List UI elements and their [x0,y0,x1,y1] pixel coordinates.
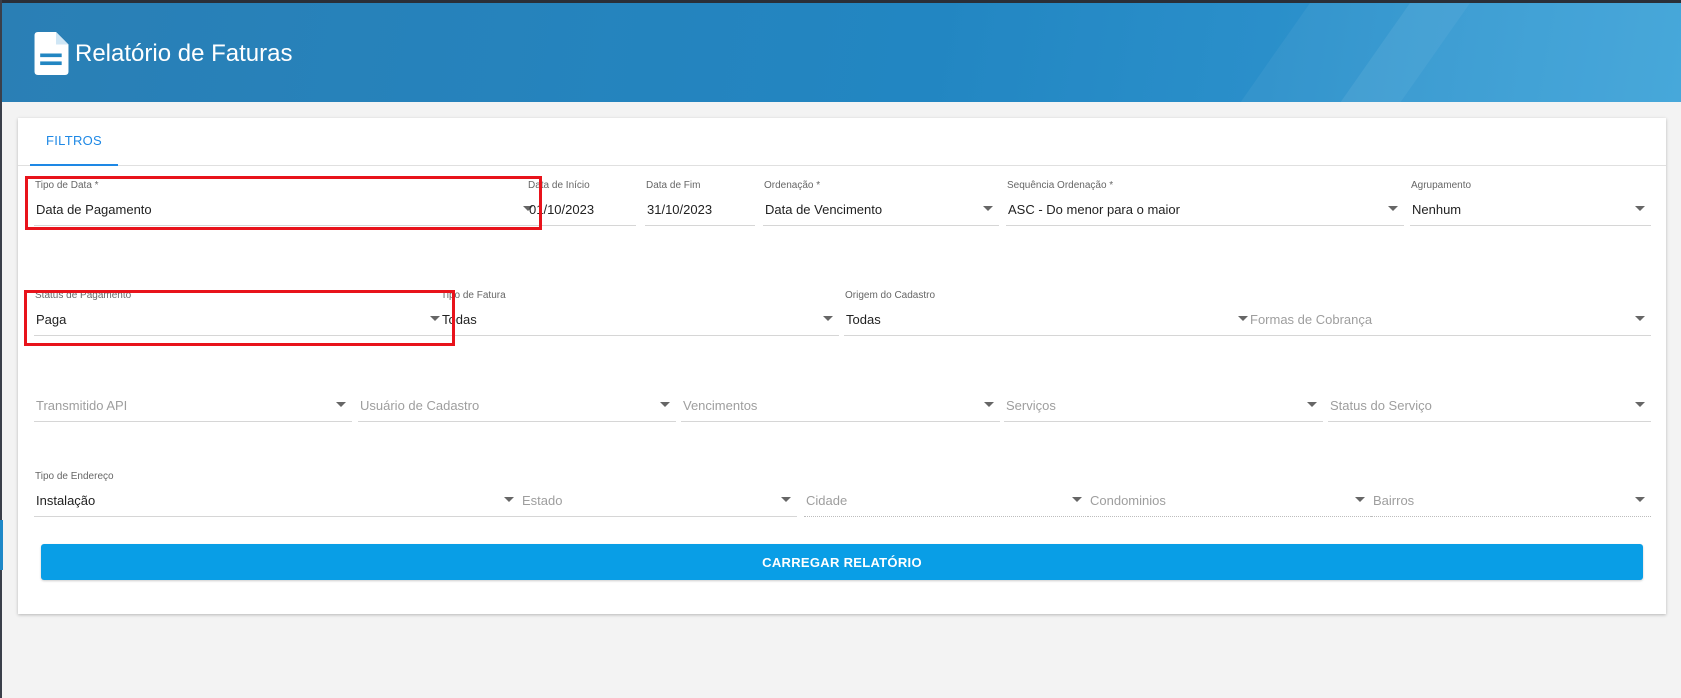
field-value: Data de Vencimento [765,202,883,217]
title-row: Relatório de Faturas [34,32,292,75]
chevron-down-icon [983,206,993,211]
chevron-down-icon [1635,316,1645,321]
bairros-select[interactable]: Bairros [1371,471,1651,517]
document-icon [34,32,69,75]
chevron-down-icon [1238,316,1248,321]
field-placeholder: Usuário de Cadastro [360,398,480,413]
field-placeholder: Bairros [1373,493,1415,508]
formas-cobranca-select[interactable]: Formas de Cobrança [1248,290,1651,336]
agrupamento-select[interactable]: Agrupamento Nenhum [1410,180,1651,226]
field-label: Origem do Cadastro [845,290,936,301]
field-label: Agrupamento [1411,180,1472,191]
chevron-down-icon [781,497,791,502]
sequencia-select[interactable]: Sequência Ordenação * ASC - Do menor par… [1006,180,1404,226]
origem-cadastro-select[interactable]: Origem do Cadastro Todas [844,290,1254,336]
field-label: Sequência Ordenação * [1007,180,1114,191]
field-value: 31/10/2023 [647,202,713,217]
chevron-down-icon [1355,497,1365,502]
status-servico-select[interactable]: Status do Serviço [1328,376,1651,422]
usuario-cadastro-select[interactable]: Usuário de Cadastro [358,376,676,422]
data-inicio-field[interactable]: Data de Início 01/10/2023 [527,180,636,226]
field-placeholder: Serviços [1006,398,1056,413]
servicos-select[interactable]: Serviços [1004,376,1323,422]
ordenacao-select[interactable]: Ordenação * Data de Vencimento [763,180,999,226]
tipo-fatura-select[interactable]: Tipo de Fatura Todas [440,290,839,336]
field-placeholder: Transmitido API [36,398,128,413]
chevron-down-icon [984,402,994,407]
field-label: Ordenação * [764,180,821,191]
carregar-relatorio-button[interactable]: CARREGAR RELATÓRIO [41,544,1643,580]
chevron-down-icon [1635,402,1645,407]
field-placeholder: Status do Serviço [1330,398,1432,413]
chevron-down-icon [1072,497,1082,502]
highlight-box-tipo-data [25,176,542,230]
field-value: Todas [846,312,881,327]
chevron-down-icon [660,402,670,407]
window-edge [0,0,2,698]
condominios-select[interactable]: Condominios [1088,471,1371,517]
page-header: Relatório de Faturas [2,0,1681,102]
chevron-down-icon [1635,497,1645,502]
field-label: Tipo de Endereço [35,471,114,482]
cidade-select[interactable]: Cidade [804,471,1088,517]
estado-select[interactable]: Estado [520,471,797,517]
chevron-down-icon [823,316,833,321]
transmitido-api-select[interactable]: Transmitido API [34,376,352,422]
field-value: ASC - Do menor para o maior [1008,202,1180,217]
tab-filtros[interactable]: FILTROS [30,118,118,166]
vencimentos-select[interactable]: Vencimentos [681,376,1000,422]
chevron-down-icon [504,497,514,502]
side-indicator [0,520,3,570]
chevron-down-icon [1388,206,1398,211]
field-placeholder: Formas de Cobrança [1250,312,1373,327]
field-placeholder: Condominios [1090,493,1166,508]
tipo-endereco-select[interactable]: Tipo de Endereço Instalação [34,471,520,517]
field-placeholder: Estado [522,493,563,508]
field-value: Nenhum [1412,202,1462,217]
field-placeholder: Cidade [806,493,848,508]
page-title: Relatório de Faturas [75,39,293,67]
tab-bar: FILTROS [18,118,1666,166]
field-placeholder: Vencimentos [683,398,758,413]
data-fim-field[interactable]: Data de Fim 31/10/2023 [645,180,755,226]
chevron-down-icon [336,402,346,407]
field-label: Data de Fim [646,180,701,191]
field-value: Instalação [36,493,96,508]
highlight-box-status-pagamento [24,290,455,346]
filters-card: FILTROS Tipo de Data * Data de Pagamento… [18,118,1666,614]
chevron-down-icon [1635,206,1645,211]
chevron-down-icon [1307,402,1317,407]
